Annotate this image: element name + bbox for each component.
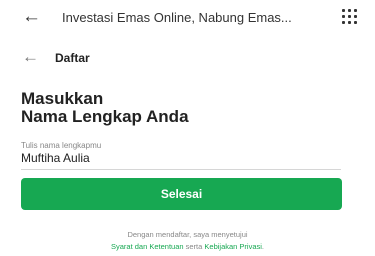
consent-links: Syarat dan Ketentuan serta Kebijakan Pri… <box>0 242 375 251</box>
page-title: Daftar <box>55 51 90 65</box>
browser-page-title: Investasi Emas Online, Nabung Emas... <box>62 10 292 25</box>
name-input[interactable] <box>21 151 341 165</box>
browser-back-icon[interactable]: ← <box>22 7 41 27</box>
input-underline <box>21 169 341 170</box>
terms-link[interactable]: Syarat dan Ketentuan <box>111 242 184 251</box>
heading-line-2: Nama Lengkap Anda <box>21 107 189 126</box>
consent-connector: serta <box>183 242 205 251</box>
name-field-label: Tulis nama lengkapmu <box>21 141 102 150</box>
back-arrow-icon[interactable]: ← <box>22 48 39 66</box>
form-heading: Masukkan Nama Lengkap Anda <box>21 90 189 126</box>
grid-menu-icon[interactable] <box>342 9 358 25</box>
consent-text: Dengan mendaftar, saya menyetujui <box>127 230 248 239</box>
privacy-link[interactable]: Kebijakan Privasi <box>204 242 262 251</box>
browser-toolbar: ← Investasi Emas Online, Nabung Emas... <box>0 0 375 36</box>
app-header: ← Daftar <box>0 42 375 72</box>
heading-line-1: Masukkan <box>21 89 104 108</box>
consent-period: . <box>261 242 265 251</box>
submit-button[interactable]: Selesai <box>21 178 342 210</box>
